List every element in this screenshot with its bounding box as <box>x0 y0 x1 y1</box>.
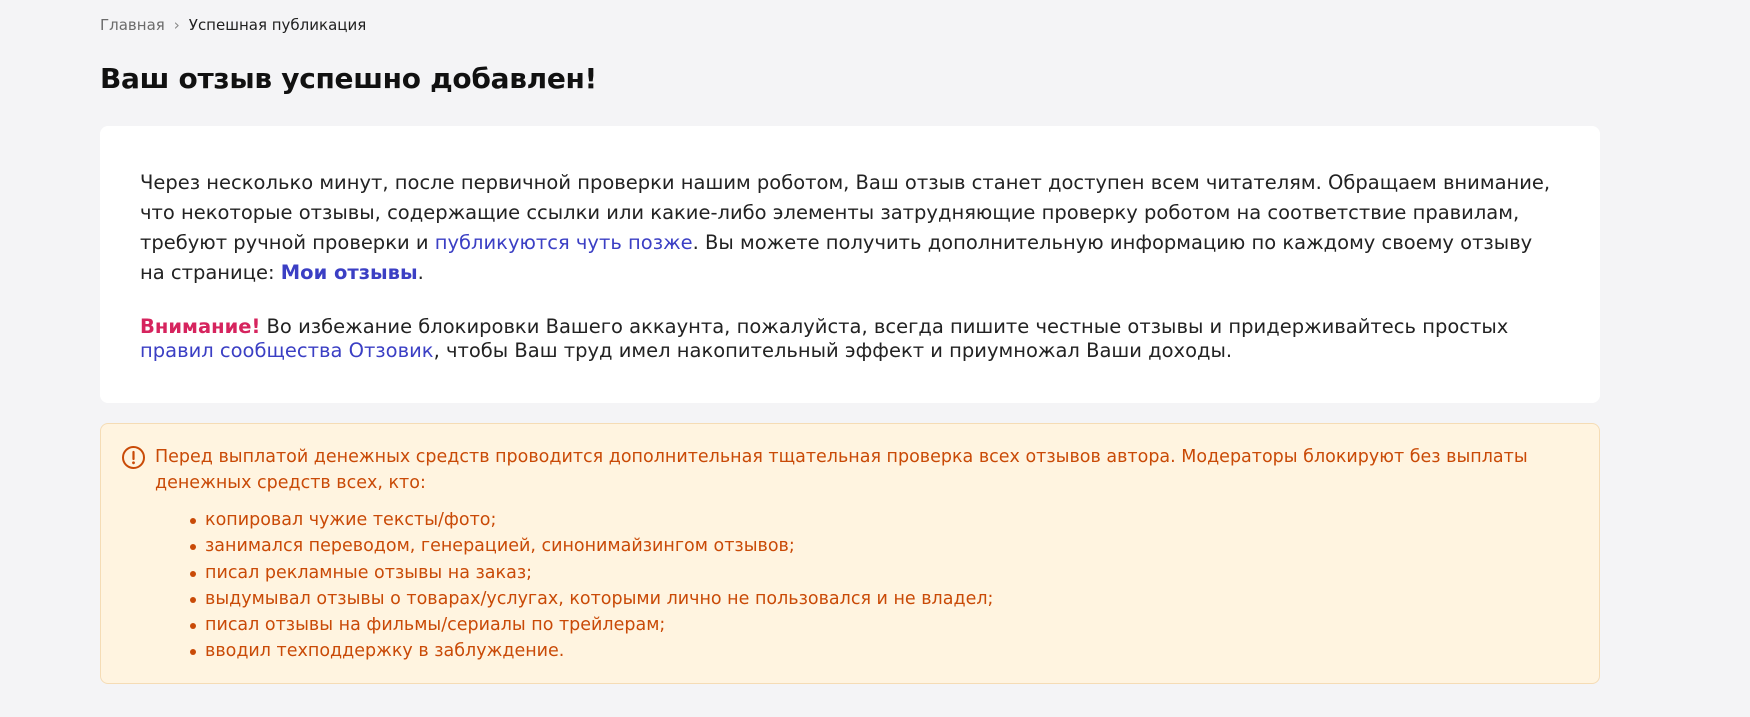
my-reviews-link[interactable]: Мои отзывы <box>281 261 418 284</box>
notice-list-item: вводил техподдержку в заблуждение. <box>189 638 993 664</box>
warning-paragraph: Внимание! Во избежание блокировки Вашего… <box>140 315 1560 363</box>
breadcrumb-home-link[interactable]: Главная <box>100 15 165 35</box>
notice-list-item: выдумывал отзывы о товарах/услугах, кото… <box>189 586 993 612</box>
notice-list-item: занимался переводом, генерацией, синоним… <box>189 533 993 559</box>
notice-text: Перед выплатой денежных средств проводит… <box>155 447 1528 493</box>
breadcrumb: Главная › Успешная публикация <box>100 15 366 35</box>
alert-circle-icon <box>121 445 146 470</box>
breadcrumb-current: Успешная публикация <box>188 16 367 34</box>
warning-text-1: Во избежание блокировки Вашего аккаунта,… <box>260 315 1509 338</box>
info-text-3: . <box>417 261 424 284</box>
payout-notice: Перед выплатой денежных средств проводит… <box>100 423 1600 684</box>
community-rules-link[interactable]: правил сообщества Отзовик <box>140 339 434 362</box>
success-info-card: Через несколько минут, после первичной п… <box>100 126 1600 403</box>
notice-list: копировал чужие тексты/фото; занимался п… <box>189 507 993 665</box>
page-title: Ваш отзыв успешно добавлен! <box>100 62 598 95</box>
page: Главная › Успешная публикация Ваш отзыв … <box>0 0 1750 717</box>
info-paragraph: Через несколько минут, после первичной п… <box>140 168 1560 288</box>
breadcrumb-separator: › <box>173 16 180 34</box>
attention-label: Внимание! <box>140 315 261 338</box>
notice-list-item: писал рекламные отзывы на заказ; <box>189 560 993 586</box>
notice-list-item: писал отзывы на фильмы/сериалы по трейле… <box>189 612 993 638</box>
warning-text-2: , чтобы Ваш труд имел накопительный эффе… <box>433 339 1233 362</box>
notice-list-item: копировал чужие тексты/фото; <box>189 507 993 533</box>
published-later-link[interactable]: публикуются чуть позже <box>435 231 693 254</box>
